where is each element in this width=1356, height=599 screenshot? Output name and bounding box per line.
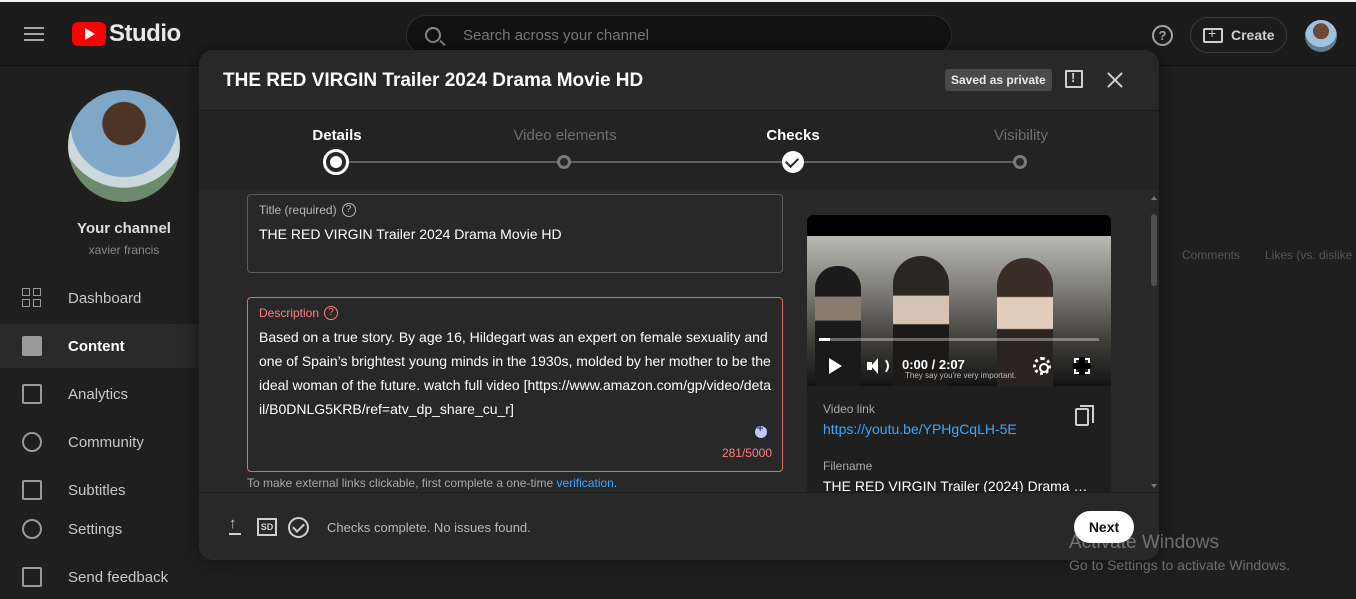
stepper-line <box>337 161 1021 163</box>
step-label: Visibility <box>994 127 1048 144</box>
sidebar-item-label: Content <box>68 337 125 355</box>
description-field-label: Description ? <box>259 306 339 320</box>
dialog-footer: SD Checks complete. No issues found. Nex… <box>199 492 1159 560</box>
feedback-icon <box>22 567 42 587</box>
menu-icon[interactable] <box>24 27 44 41</box>
dashboard-icon <box>22 288 42 308</box>
emoji-picker-icon[interactable] <box>755 423 767 438</box>
upload-details-dialog: THE RED VIRGIN Trailer 2024 Drama Movie … <box>199 50 1159 560</box>
sidebar-item-send-feedback[interactable]: Send feedback <box>0 555 250 599</box>
video-player[interactable]: 0:00 / 2:07 They say you're very importa… <box>807 215 1111 386</box>
step-pending-dot-icon[interactable] <box>557 155 571 169</box>
column-header-likes: Likes (vs. dislike <box>1265 248 1353 262</box>
content-icon <box>22 336 42 356</box>
search-placeholder: Search across your channel <box>463 27 649 44</box>
checks-status: Checks complete. No issues found. <box>327 520 531 535</box>
dialog-title: THE RED VIRGIN Trailer 2024 Drama Movie … <box>223 70 644 91</box>
play-icon[interactable] <box>829 358 842 374</box>
help-icon[interactable]: ? <box>324 306 339 320</box>
step-label: Video elements <box>513 127 617 144</box>
filename-label: Filename <box>823 459 873 473</box>
scroll-down-icon[interactable] <box>1151 484 1157 488</box>
step-label: Checks <box>766 127 820 144</box>
close-icon[interactable] <box>1103 68 1127 92</box>
video-link-label: Video link <box>823 402 875 416</box>
step-pending-dot-icon[interactable] <box>1013 155 1027 169</box>
video-link[interactable]: https://youtu.be/YPHgCqLH-5E <box>823 421 1017 437</box>
step-checks[interactable]: Checks <box>713 127 873 144</box>
column-header-comments: Comments <box>1182 248 1241 262</box>
subtitles-icon <box>22 480 42 500</box>
video-subtitle: They say you're very important. <box>905 371 1017 380</box>
sidebar-item-label: Dashboard <box>68 289 142 307</box>
scroll-thumb[interactable] <box>1151 214 1157 286</box>
scroll-up-icon[interactable] <box>1151 196 1157 200</box>
sidebar-item-label: Settings <box>68 520 123 538</box>
title-field[interactable]: Title (required) ? THE RED VIRGIN Traile… <box>247 194 783 273</box>
windows-watermark-title: Activate Windows <box>1069 532 1219 553</box>
video-time: 0:00 / 2:07 <box>902 357 965 372</box>
verification-link[interactable]: verification <box>556 476 613 490</box>
upload-icon[interactable] <box>229 515 241 535</box>
help-icon[interactable]: ? <box>1152 25 1173 46</box>
create-video-icon <box>1203 25 1223 43</box>
step-done-check-icon[interactable] <box>782 151 804 173</box>
checks-complete-icon[interactable] <box>288 517 309 538</box>
upload-stepper: Details Video elements Checks Visibility <box>199 110 1159 190</box>
report-issue-icon[interactable] <box>1065 70 1083 88</box>
character-counter: 281/5000 <box>721 446 772 460</box>
sidebar-item-label: Subtitles <box>68 481 126 499</box>
youtube-logo-icon <box>72 22 106 46</box>
analytics-icon <box>22 384 42 404</box>
community-icon <box>22 432 42 452</box>
search-icon <box>425 27 441 43</box>
sidebar-item-label: Community <box>68 433 144 451</box>
step-label: Details <box>312 127 362 144</box>
hint-end: . <box>613 476 618 490</box>
description-value[interactable]: Based on a true story. By age 16, Hildeg… <box>259 325 773 421</box>
verification-hint: To make external links clickable, first … <box>247 476 617 490</box>
logo-text: Studio <box>109 20 181 47</box>
step-details[interactable]: Details <box>257 127 417 144</box>
details-form: Title (required) ? THE RED VIRGIN Traile… <box>199 190 1159 495</box>
hint-text: To make external links clickable, first … <box>247 476 554 490</box>
form-scrollbar[interactable] <box>1150 192 1158 488</box>
create-button[interactable]: Create <box>1190 17 1287 53</box>
copy-icon[interactable] <box>1075 405 1094 426</box>
description-field-label-text: Description <box>259 306 320 320</box>
sd-quality-icon[interactable]: SD <box>257 518 277 536</box>
sidebar-item-label: Analytics <box>68 385 129 403</box>
step-visibility[interactable]: Visibility <box>941 127 1101 144</box>
search-input[interactable]: Search across your channel <box>406 15 952 55</box>
title-field-label: Title (required) ? <box>259 203 356 217</box>
fullscreen-icon[interactable] <box>1073 357 1091 375</box>
video-preview-panel: 0:00 / 2:07 They say you're very importa… <box>807 215 1111 495</box>
studio-logo[interactable]: Studio <box>72 20 181 48</box>
title-field-label-text: Title (required) <box>259 203 337 217</box>
step-current-dot-icon[interactable] <box>323 149 349 175</box>
title-value[interactable]: THE RED VIRGIN Trailer 2024 Drama Movie … <box>259 226 562 242</box>
account-avatar[interactable] <box>1305 20 1337 52</box>
saved-status-badge: Saved as private <box>945 69 1052 91</box>
video-progress-bar[interactable] <box>819 338 1099 341</box>
description-field[interactable]: Description ? Based on a true story. By … <box>247 297 783 472</box>
create-label: Create <box>1231 27 1275 43</box>
help-icon[interactable]: ? <box>341 203 356 217</box>
windows-watermark-subtitle: Go to Settings to activate Windows. <box>1069 557 1290 573</box>
sidebar-item-label: Send feedback <box>68 568 169 586</box>
video-progress-fill <box>819 338 831 341</box>
gear-icon[interactable] <box>1033 357 1051 375</box>
channel-avatar[interactable] <box>68 90 180 202</box>
settings-icon <box>22 519 42 539</box>
step-video-elements[interactable]: Video elements <box>485 127 645 144</box>
